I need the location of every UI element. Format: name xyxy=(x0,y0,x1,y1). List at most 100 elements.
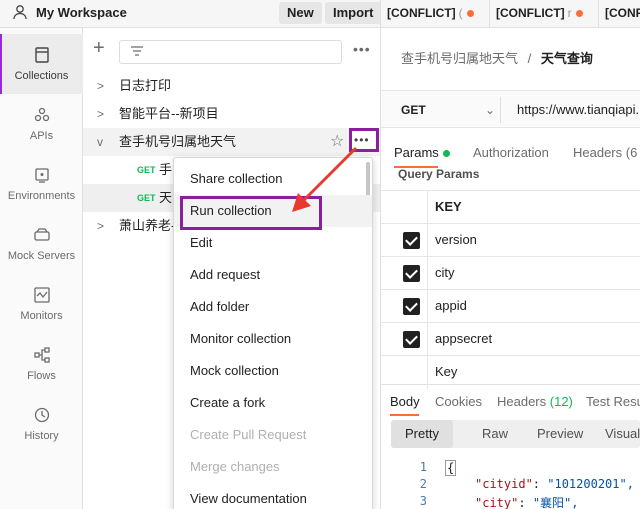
param-key[interactable]: appsecret xyxy=(435,331,492,346)
collection-item-expanded[interactable]: v 查手机号归属地天气 ☆ xyxy=(83,128,380,156)
collection-more-button[interactable]: ••• xyxy=(349,128,379,152)
query-params-label: Query Params xyxy=(398,167,480,181)
view-pretty[interactable]: Pretty xyxy=(391,420,453,448)
rail-apis[interactable]: APIs xyxy=(0,94,83,154)
menu-item-create-pull-request: Create Pull Request xyxy=(190,427,307,442)
rail-label: Mock Servers xyxy=(7,250,76,262)
param-checkbox[interactable] xyxy=(403,298,420,315)
view-raw[interactable]: Raw xyxy=(482,426,508,441)
params-header-row: KEY xyxy=(381,190,640,224)
menu-item-create-fork[interactable]: Create a fork xyxy=(174,387,372,419)
tab-conflict-1[interactable]: [CONFLICT]( xyxy=(380,0,488,27)
column-divider xyxy=(427,290,428,323)
tab-response-headers[interactable]: Headers (12) xyxy=(497,394,573,409)
param-checkbox[interactable] xyxy=(403,265,420,282)
more-icon: ••• xyxy=(354,133,370,147)
rail-label: Flows xyxy=(27,370,56,382)
rail-mock-servers[interactable]: Mock Servers xyxy=(0,214,83,274)
workspace-title: My Workspace xyxy=(36,4,127,20)
user-icon xyxy=(13,5,27,20)
param-key[interactable]: city xyxy=(435,265,455,280)
rail-label: Environments xyxy=(7,190,76,202)
chevron-right-icon: > xyxy=(97,219,105,233)
menu-item-edit[interactable]: Edit xyxy=(174,227,372,259)
menu-item-add-folder[interactable]: Add folder xyxy=(174,291,372,323)
params-active-dot-icon xyxy=(442,150,450,157)
menu-item-add-request[interactable]: Add request xyxy=(174,259,372,291)
view-visualize[interactable]: Visual xyxy=(605,426,640,441)
key-placeholder-input[interactable]: Key xyxy=(435,364,457,379)
star-icon[interactable]: ☆ xyxy=(330,128,344,156)
response-tabs: Body Cookies Headers (12) Test Resu xyxy=(381,384,640,416)
column-divider xyxy=(427,224,428,257)
tab-conflict-2[interactable]: [CONFLICT] r xyxy=(489,0,597,27)
filter-icon xyxy=(131,46,143,56)
monitors-icon xyxy=(33,287,50,303)
code-line: 3 "city": "襄阳", xyxy=(419,494,579,509)
rail-flows[interactable]: Flows xyxy=(0,334,83,394)
rail-label: Monitors xyxy=(20,310,63,322)
view-preview[interactable]: Preview xyxy=(537,426,583,441)
rail-label: APIs xyxy=(29,130,54,142)
flows-icon xyxy=(33,347,50,363)
workspace-switcher[interactable]: My Workspace xyxy=(12,4,127,20)
new-collection-plus-icon[interactable]: + xyxy=(93,38,111,58)
menu-item-view-documentation[interactable]: View documentation xyxy=(174,483,372,509)
tab-body[interactable]: Body xyxy=(390,394,420,416)
breadcrumb: 查手机号归属地天气 / 天气查询 xyxy=(401,48,593,67)
rail-label: History xyxy=(24,430,59,442)
apis-icon xyxy=(34,107,49,122)
column-divider xyxy=(427,323,428,356)
rail-label: Collections xyxy=(14,70,69,82)
param-key[interactable]: appid xyxy=(435,298,467,313)
rail-collections[interactable]: Collections xyxy=(0,34,83,94)
collection-item[interactable]: > 日志打印 xyxy=(83,72,380,100)
tab-headers[interactable]: Headers (6 xyxy=(573,145,637,160)
breadcrumb-current: 天气查询 xyxy=(540,51,593,66)
rail-monitors[interactable]: Monitors xyxy=(0,274,83,334)
chevron-down-icon: ⌄ xyxy=(485,103,496,117)
unsaved-dot-icon xyxy=(575,10,583,18)
param-row: version xyxy=(381,223,640,257)
tab-conflict-3[interactable]: [CONFLICT] xyxy=(598,0,640,27)
param-checkbox[interactable] xyxy=(403,232,420,249)
new-button[interactable]: New xyxy=(279,2,322,24)
chevron-right-icon: > xyxy=(97,79,105,93)
menu-item-share-collection[interactable]: Share collection xyxy=(174,163,372,195)
url-bar: GET ⌄ https://www.tianqiapi. xyxy=(381,90,640,128)
run-collection-highlight xyxy=(180,196,322,230)
environments-icon xyxy=(34,168,49,183)
panel-more-icon[interactable]: ••• xyxy=(353,41,371,57)
rail-environments[interactable]: Environments xyxy=(0,154,83,214)
chevron-down-icon: v xyxy=(97,135,103,149)
top-bar: My Workspace New Import [CONFLICT]( [CON… xyxy=(0,0,640,28)
key-column-header: KEY xyxy=(435,199,462,214)
response-view-bar: Pretty Raw Preview Visual xyxy=(391,420,640,448)
menu-item-monitor-collection[interactable]: Monitor collection xyxy=(174,323,372,355)
param-checkbox[interactable] xyxy=(403,331,420,348)
column-divider xyxy=(427,257,428,290)
tab-cookies[interactable]: Cookies xyxy=(435,394,482,409)
code-line: 2 "cityid": "101200201", xyxy=(419,477,634,491)
url-input[interactable]: https://www.tianqiapi. xyxy=(517,97,639,123)
tab-params[interactable]: Params xyxy=(394,145,450,168)
unsaved-dot-icon xyxy=(466,10,474,18)
import-button[interactable]: Import xyxy=(325,2,382,24)
collection-filter-input[interactable] xyxy=(119,40,342,64)
collection-item[interactable]: > 智能平台--新项目 xyxy=(83,100,380,128)
param-key[interactable]: version xyxy=(435,232,477,247)
tab-test-results[interactable]: Test Resu xyxy=(586,394,640,409)
param-row: appsecret xyxy=(381,322,640,356)
request-pane: 查手机号归属地天气 / 天气查询 GET ⌄ https://www.tianq… xyxy=(381,28,640,509)
tab-authorization[interactable]: Authorization xyxy=(473,145,549,160)
menu-item-mock-collection[interactable]: Mock collection xyxy=(174,355,372,387)
sidebar-rail: Collections APIs Environments Mock Serve… xyxy=(0,28,83,509)
rail-history[interactable]: History xyxy=(0,394,83,454)
breadcrumb-parent[interactable]: 查手机号归属地天气 xyxy=(401,51,518,66)
request-tabs: Params Authorization Headers (6 xyxy=(381,140,640,168)
collections-icon xyxy=(34,47,49,63)
param-row: appid xyxy=(381,289,640,323)
mock-servers-icon xyxy=(33,228,50,241)
method-select[interactable]: GET ⌄ xyxy=(389,97,501,123)
chevron-right-icon: > xyxy=(97,107,105,121)
